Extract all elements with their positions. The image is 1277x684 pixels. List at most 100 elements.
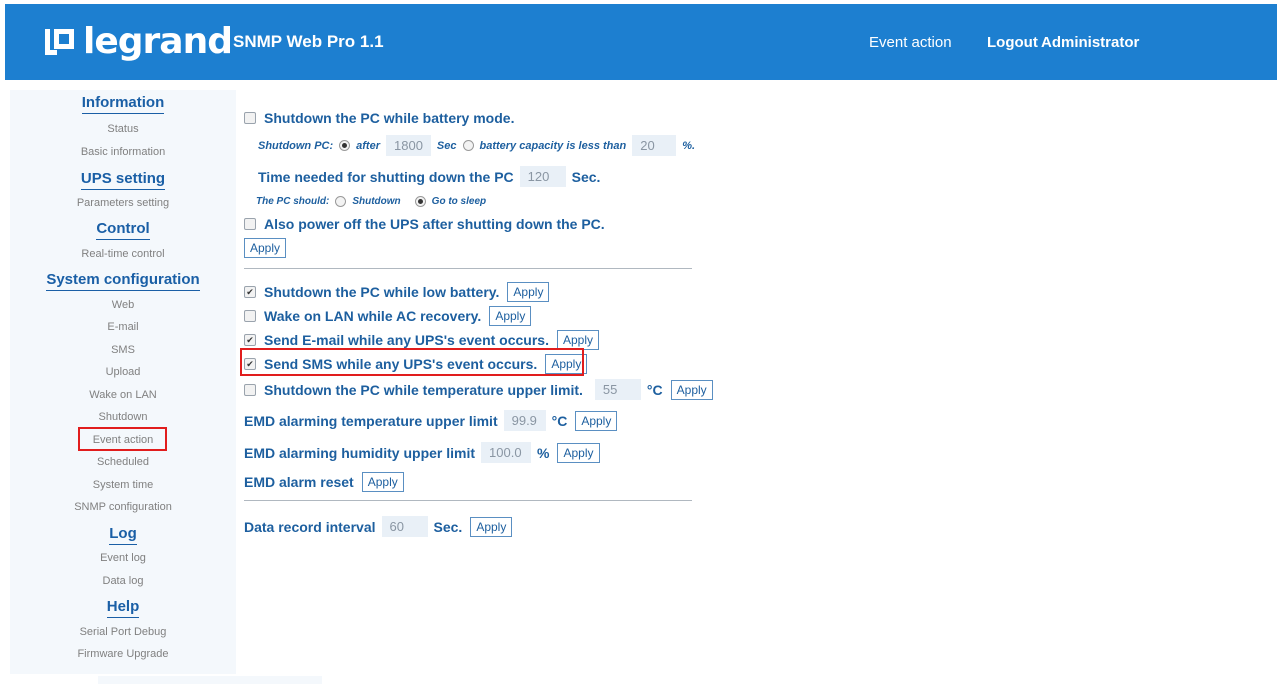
nav-item-system-time[interactable]: System time	[10, 479, 236, 491]
nav-item-snmp-configuration[interactable]: SNMP configuration	[10, 501, 236, 513]
nav-item-real-time-control[interactable]: Real-time control	[10, 248, 236, 260]
emd-temp-apply-button[interactable]: Apply	[575, 410, 618, 431]
nav-item-email[interactable]: E-mail	[10, 321, 236, 333]
temp-upper-apply-button[interactable]: Apply	[670, 379, 713, 400]
nav-section-log[interactable]: Log	[10, 525, 236, 545]
percent-label: %.	[682, 139, 696, 152]
data-record-apply-button[interactable]: Apply	[470, 516, 513, 537]
power-off-label: Also power off the UPS after shutting do…	[264, 216, 605, 232]
nav-item-web[interactable]: Web	[10, 299, 236, 311]
legrand-logo[interactable]: legrand	[45, 21, 233, 62]
sleep-radio[interactable]	[414, 196, 426, 207]
emd-temp-label: EMD alarming temperature upper limit	[244, 412, 498, 429]
sec-label: Sec	[436, 139, 457, 152]
emd-humidity-apply-button[interactable]: Apply	[557, 442, 600, 463]
emd-reset-apply-button[interactable]: Apply	[361, 472, 404, 492]
data-record-label: Data record interval	[244, 518, 376, 535]
time-needed-row: Time needed for shutting down the PC 120…	[244, 166, 600, 187]
nav-item-event-log[interactable]: Event log	[10, 552, 236, 564]
nav-item-sms[interactable]: SMS	[10, 344, 236, 356]
emd-reset-label: EMD alarm reset	[244, 474, 354, 490]
app-title: SNMP Web Pro 1.1	[233, 32, 384, 51]
nav-item-wake-on-lan[interactable]: Wake on LAN	[10, 389, 236, 401]
breadcrumb: Event action	[869, 34, 952, 51]
active-item-highlight	[78, 427, 167, 451]
wake-on-lan-row: Wake on LAN while AC recovery. Apply	[244, 306, 532, 326]
emd-reset-row: EMD alarm reset Apply	[244, 472, 404, 492]
temp-upper-row: Shutdown the PC while temperature upper …	[244, 379, 713, 400]
emd-humidity-input[interactable]: 100.0	[481, 442, 532, 463]
time-needed-label: Time needed for shutting down the PC	[258, 168, 514, 185]
nav-item-scheduled[interactable]: Scheduled	[10, 456, 236, 468]
wake-on-lan-checkbox[interactable]	[244, 310, 256, 322]
after-radio[interactable]	[339, 140, 351, 151]
wake-on-lan-apply-button[interactable]: Apply	[489, 306, 532, 326]
nav-section-control[interactable]: Control	[10, 220, 236, 240]
pc-should-row: The PC should: Shutdown Go to sleep	[244, 196, 486, 207]
emd-humidity-row: EMD alarming humidity upper limit 100.0 …	[244, 442, 600, 463]
after-seconds-input[interactable]: 1800	[386, 135, 431, 156]
data-record-row: Data record interval 60 Sec. Apply	[244, 516, 513, 537]
low-battery-checkbox[interactable]: ✔	[244, 286, 256, 298]
section-divider-2	[244, 500, 692, 501]
power-off-checkbox[interactable]	[244, 218, 256, 230]
data-record-unit: Sec.	[433, 518, 463, 535]
battery-apply-button[interactable]: Apply	[244, 238, 287, 258]
temp-upper-input[interactable]: 55	[594, 379, 641, 400]
battery-mode-label: Shutdown the PC while battery mode.	[264, 110, 515, 126]
nav-section-information[interactable]: Information	[10, 94, 236, 114]
pc-should-label: The PC should:	[256, 196, 330, 207]
header-bar: legrand SNMP Web Pro 1.1 Event action Lo…	[5, 4, 1277, 80]
time-needed-input[interactable]: 120	[519, 166, 566, 187]
low-battery-apply-button[interactable]: Apply	[507, 282, 550, 302]
low-battery-label: Shutdown the PC while low battery.	[264, 284, 500, 300]
emd-temp-unit: °C	[551, 412, 568, 429]
emd-humidity-label: EMD alarming humidity upper limit	[244, 444, 476, 461]
capacity-radio[interactable]	[462, 140, 474, 151]
temp-upper-checkbox[interactable]	[244, 383, 256, 396]
emd-temp-input[interactable]: 99.9	[503, 410, 546, 431]
temp-upper-unit: °C	[646, 381, 663, 398]
sidebar: Information Status Basic information UPS…	[10, 90, 236, 674]
nav-section-system-configuration[interactable]: System configuration	[10, 271, 236, 291]
sms-row-highlight	[240, 348, 584, 376]
emd-humidity-unit: %	[537, 444, 550, 461]
section-divider	[244, 268, 692, 269]
emd-temp-row: EMD alarming temperature upper limit 99.…	[244, 410, 618, 431]
shutdown-pc-label: Shutdown PC:	[258, 139, 334, 152]
after-label: after	[356, 139, 380, 152]
power-off-row: Also power off the UPS after shutting do…	[244, 216, 605, 232]
data-record-input[interactable]: 60	[381, 516, 428, 537]
send-email-checkbox[interactable]: ✔	[244, 334, 256, 346]
battery-apply-row: Apply	[244, 238, 287, 258]
nav-item-upload[interactable]: Upload	[10, 366, 236, 378]
nav-section-ups-setting[interactable]: UPS setting	[10, 170, 236, 190]
logout-link[interactable]: Logout	[987, 34, 1038, 51]
send-email-apply-button[interactable]: Apply	[556, 330, 600, 350]
battery-mode-checkbox[interactable]	[244, 112, 256, 124]
nav-item-serial-port-debug[interactable]: Serial Port Debug	[10, 626, 236, 638]
capacity-input[interactable]: 20	[632, 135, 677, 156]
wake-on-lan-label: Wake on LAN while AC recovery.	[264, 308, 482, 324]
battery-mode-row: Shutdown the PC while battery mode.	[244, 110, 514, 126]
shutdown-option-label: Shutdown	[352, 196, 401, 207]
nav-item-parameters-setting[interactable]: Parameters setting	[10, 197, 236, 209]
capacity-label: battery capacity is less than	[479, 139, 627, 152]
nav-section-help[interactable]: Help	[10, 598, 236, 618]
send-email-label: Send E-mail while any UPS's event occurs…	[264, 332, 549, 348]
sleep-option-label: Go to sleep	[431, 196, 487, 207]
nav-item-shutdown[interactable]: Shutdown	[10, 411, 236, 423]
send-email-row: ✔ Send E-mail while any UPS's event occu…	[244, 330, 600, 350]
legrand-logo-icon	[45, 27, 75, 57]
time-needed-unit: Sec.	[571, 168, 601, 185]
sidebar-footer	[98, 676, 322, 684]
nav-item-firmware-upgrade[interactable]: Firmware Upgrade	[10, 648, 236, 660]
user-name: Administrator	[1041, 34, 1140, 51]
shutdown-radio[interactable]	[335, 196, 347, 207]
logo-text: legrand	[83, 21, 233, 62]
nav-item-status[interactable]: Status	[10, 123, 236, 135]
low-battery-row: ✔ Shutdown the PC while low battery. App…	[244, 282, 550, 302]
temp-upper-label: Shutdown the PC while temperature upper …	[264, 381, 583, 398]
nav-item-basic-information[interactable]: Basic information	[10, 146, 236, 158]
nav-item-data-log[interactable]: Data log	[10, 575, 236, 587]
